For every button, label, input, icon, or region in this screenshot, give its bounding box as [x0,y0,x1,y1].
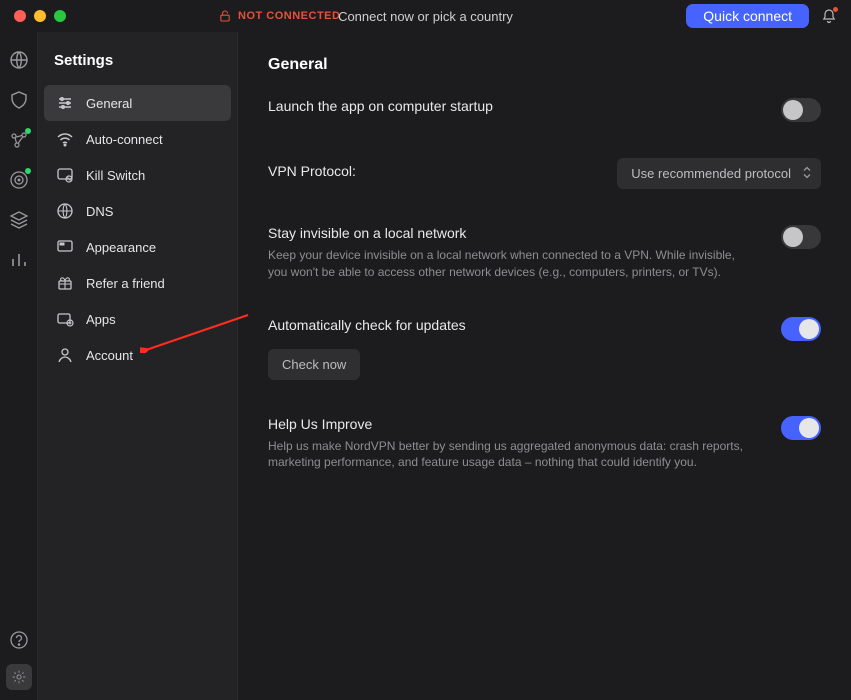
sidebar-item-appearance[interactable]: Appearance [44,229,231,265]
user-icon [56,346,74,364]
sidebar-item-label: DNS [86,204,113,219]
sidebar-item-dns[interactable]: DNS [44,193,231,229]
rail-help[interactable] [9,630,29,650]
launch-startup-toggle[interactable] [781,98,821,122]
layers-icon [9,210,29,230]
sidebar-item-refer[interactable]: Refer a friend [44,265,231,301]
stay-invisible-toggle[interactable] [781,225,821,249]
help-icon [9,630,29,650]
sidebar-item-label: Account [86,348,133,363]
row-check-updates: Automatically check for updates Check no… [268,317,821,380]
vpn-protocol-value: Use recommended protocol [631,166,791,181]
sidebar-item-kill-switch[interactable]: Kill Switch [44,157,231,193]
gear-icon [12,668,26,686]
sidebar-item-label: Apps [86,312,116,327]
connection-status: NOT CONNECTED [220,0,340,32]
row-help-improve: Help Us Improve Help us make NordVPN bet… [268,416,821,472]
titlebar: NOT CONNECTED Connect now or pick a coun… [0,0,851,32]
check-updates-label: Automatically check for updates [268,317,751,333]
sidebar-item-label: Kill Switch [86,168,145,183]
rail-settings[interactable] [6,664,32,690]
settings-content: General Launch the app on computer start… [238,32,851,700]
stay-invisible-desc: Keep your device invisible on a local ne… [268,247,751,281]
sidebar-item-label: Refer a friend [86,276,165,291]
vpn-protocol-label: VPN Protocol: [268,163,587,179]
left-rail [0,32,38,700]
bars-icon [9,250,29,270]
close-window-button[interactable] [14,10,26,22]
connection-status-label: NOT CONNECTED [238,10,340,22]
settings-sidebar: Settings General Auto-connect Kill Switc… [38,32,238,700]
stay-invisible-label: Stay invisible on a local network [268,225,751,241]
sidebar-item-apps[interactable]: Apps [44,301,231,337]
globe-icon [9,50,29,70]
content-heading: General [268,56,821,74]
rail-layers[interactable] [9,210,29,230]
row-vpn-protocol: VPN Protocol: Use recommended protocol [268,158,821,189]
wifi-icon [56,130,74,148]
rail-mesh[interactable] [9,130,29,150]
row-stay-invisible: Stay invisible on a local network Keep y… [268,225,821,281]
sidebar-title: Settings [44,52,231,85]
vpn-protocol-select[interactable]: Use recommended protocol [617,158,821,189]
sidebar-item-account[interactable]: Account [44,337,231,373]
rail-radar[interactable] [9,170,29,190]
check-updates-toggle[interactable] [781,317,821,341]
help-improve-label: Help Us Improve [268,416,751,432]
help-improve-desc: Help us make NordVPN better by sending u… [268,438,751,472]
notification-dot-icon [833,7,838,12]
sliders-icon [56,94,74,112]
maximize-window-button[interactable] [54,10,66,22]
chevron-updown-icon [803,166,811,181]
window-title: Connect now or pick a country [338,9,513,24]
sidebar-item-label: Auto-connect [86,132,163,147]
notifications-button[interactable] [821,8,837,24]
window-controls [14,10,66,22]
sidebar-item-label: Appearance [86,240,156,255]
status-dot-icon [25,168,31,174]
help-improve-toggle[interactable] [781,416,821,440]
rail-shield[interactable] [9,90,29,110]
appearance-icon [56,238,74,256]
dns-icon [56,202,74,220]
sidebar-item-label: General [86,96,132,111]
rail-stats[interactable] [9,250,29,270]
kill-switch-icon [56,166,74,184]
apps-icon [56,310,74,328]
lock-unlocked-icon [220,10,230,22]
sidebar-item-auto-connect[interactable]: Auto-connect [44,121,231,157]
check-now-button[interactable]: Check now [268,349,360,380]
row-launch-startup: Launch the app on computer startup [268,98,821,122]
status-dot-icon [25,128,31,134]
minimize-window-button[interactable] [34,10,46,22]
launch-startup-label: Launch the app on computer startup [268,98,751,114]
shield-icon [9,90,29,110]
sidebar-item-general[interactable]: General [44,85,231,121]
rail-globe[interactable] [9,50,29,70]
quick-connect-button[interactable]: Quick connect [686,4,809,28]
gift-icon [56,274,74,292]
